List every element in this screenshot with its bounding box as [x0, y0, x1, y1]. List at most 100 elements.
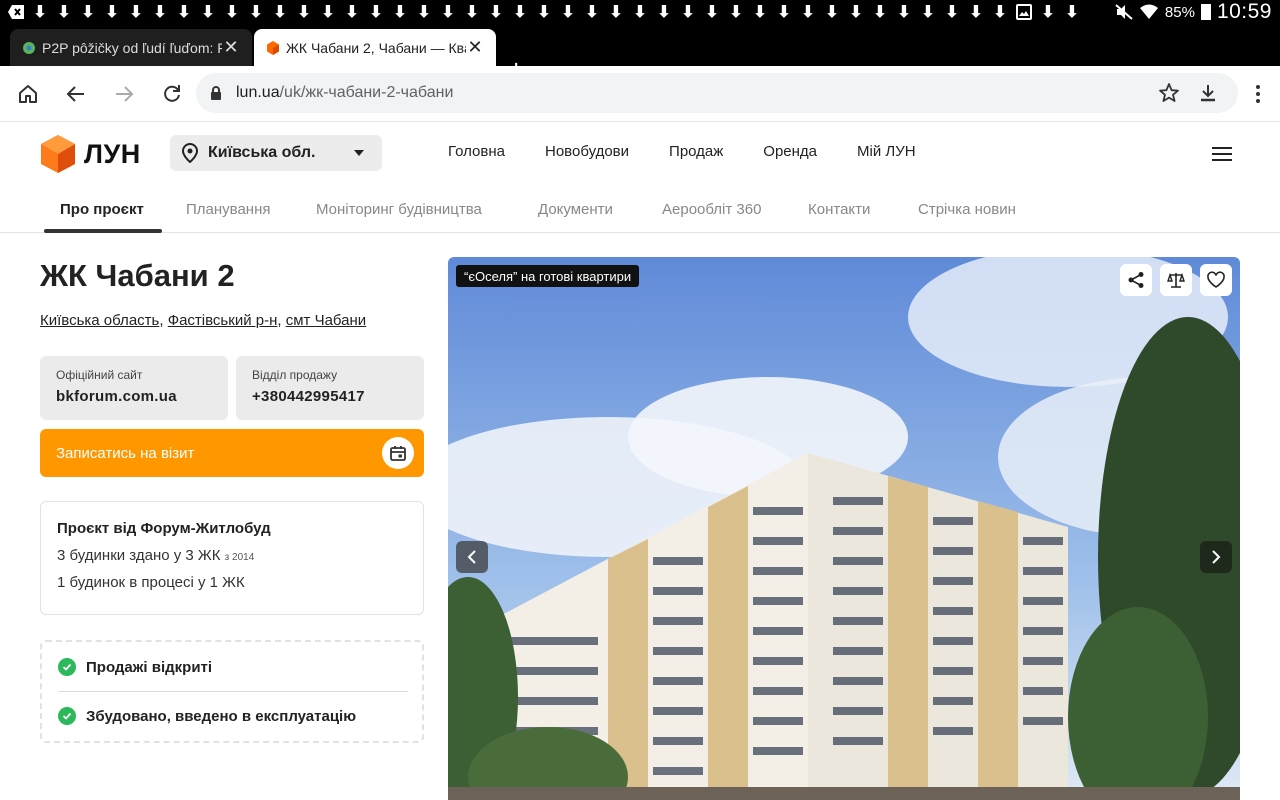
nav-rent[interactable]: Оренда [763, 143, 817, 160]
tab-title: P2P pôžičky od ľudí ľuďom: F [42, 39, 222, 56]
official-site-label: Офіційний сайт [56, 368, 143, 382]
address-district-link[interactable]: Фастівський р-н [168, 312, 278, 329]
book-visit-label: Записатись на візит [56, 444, 195, 462]
back-app-icon [4, 0, 28, 24]
building-render-image [448, 257, 1240, 800]
address-town-link[interactable]: смт Чабани [286, 312, 366, 329]
tab-lun[interactable]: ЖК Чабани 2, Чабани — Ква ✕ [254, 29, 496, 66]
tab-about[interactable]: Про проєкт [60, 201, 144, 218]
download-page-icon[interactable] [1198, 83, 1218, 103]
wifi-icon [1139, 4, 1158, 19]
notification-icons: ⬇ ⬇ ⬇ ⬇ ⬇ ⬇ ⬇ ⬇ ⬇ ⬇ ⬇ ⬇ ⬇ ⬇ ⬇ ⬇ ⬇ ⬇ ⬇ ⬇ … [0, 0, 1084, 24]
tab-aerial-360[interactable]: Аерообліт 360 [662, 201, 761, 218]
back-button[interactable] [60, 78, 92, 110]
promo-badge: “єОселя” на готові квартири [456, 265, 640, 287]
home-button[interactable] [12, 78, 44, 110]
official-site-value[interactable]: bkforum.com.ua [56, 388, 212, 405]
address-region-link[interactable]: Київська область [40, 312, 159, 329]
reload-icon [164, 85, 180, 102]
download-icon: ⬇ [249, 4, 263, 21]
browser-menu-button[interactable] [1242, 78, 1274, 110]
nav-new-buildings[interactable]: Новобудови [545, 143, 629, 160]
url-text[interactable]: lun.ua/uk/жк-чабани-2-чабани [236, 84, 453, 102]
check-circle-icon [58, 707, 76, 725]
page-title: ЖК Чабани 2 [40, 258, 235, 293]
download-icon: ⬇ [129, 4, 143, 21]
project-photo[interactable] [448, 257, 1240, 800]
close-tab-icon[interactable]: ✕ [222, 37, 240, 58]
p2p-favicon-icon [23, 41, 35, 54]
download-icon: ⬇ [1041, 4, 1055, 21]
mute-icon [1115, 4, 1133, 20]
system-status-bar: ⬇ ⬇ ⬇ ⬇ ⬇ ⬇ ⬇ ⬇ ⬇ ⬇ ⬇ ⬇ ⬇ ⬇ ⬇ ⬇ ⬇ ⬇ ⬇ ⬇ … [0, 0, 1280, 24]
share-button[interactable] [1120, 264, 1152, 296]
sales-dept-box[interactable]: Відділ продажу +380442995417 [236, 356, 424, 420]
download-icon: ⬇ [921, 4, 935, 21]
next-photo-button[interactable] [1200, 541, 1232, 573]
developer-heading[interactable]: Проєкт від Форум-Житлобуд [57, 520, 407, 537]
status-label: Збудовано, введено в експлуатацію [86, 707, 357, 725]
address-bar[interactable]: lun.ua/uk/жк-чабани-2-чабани [196, 73, 1238, 113]
url-host: lun.ua [236, 84, 280, 101]
share-icon [1128, 272, 1144, 288]
chevron-down-icon [354, 150, 364, 156]
project-status-card: Продажі відкриті Збудовано, введено в ек… [40, 640, 424, 743]
tab-news-feed[interactable]: Стрічка новин [918, 201, 1016, 218]
prev-photo-button[interactable] [456, 541, 488, 573]
nav-sale[interactable]: Продаж [669, 143, 723, 160]
sales-phone[interactable]: +380442995417 [252, 388, 408, 405]
compare-button[interactable] [1160, 264, 1192, 296]
download-icon: ⬇ [393, 4, 407, 21]
url-path: /uk/жк-чабани-2-чабани [279, 84, 454, 101]
tab-plans[interactable]: Планування [186, 201, 271, 218]
close-tab-icon[interactable]: ✕ [466, 37, 484, 58]
image-icon [1012, 0, 1036, 24]
download-icon: ⬇ [681, 4, 695, 21]
home-icon [19, 85, 37, 103]
nav-my-lun[interactable]: Мій ЛУН [857, 143, 916, 160]
download-icon: ⬇ [969, 4, 983, 21]
download-icon: ⬇ [81, 4, 95, 21]
book-visit-button[interactable]: Записатись на візит [40, 429, 424, 477]
forward-button[interactable] [108, 78, 140, 110]
status-sales-open: Продажі відкриті [58, 658, 212, 676]
tab-title: ЖК Чабани 2, Чабани — Ква [286, 39, 466, 56]
download-icon: ⬇ [945, 4, 959, 21]
scales-icon [1167, 272, 1185, 288]
official-site-box[interactable]: Офіційний сайт bkforum.com.ua [40, 356, 228, 420]
download-icon: ⬇ [369, 4, 383, 21]
favorite-button[interactable] [1200, 264, 1232, 296]
built-count: 3 будинки здано у 3 ЖК [57, 547, 221, 564]
download-icon: ⬇ [1065, 4, 1079, 21]
developer-card: Проєкт від Форум-Житлобуд 3 будинки здан… [40, 501, 424, 615]
download-icon: ⬇ [489, 4, 503, 21]
star-icon[interactable] [1158, 82, 1180, 104]
nav-home[interactable]: Головна [448, 143, 505, 160]
download-icon: ⬇ [993, 4, 1007, 21]
site-header: ЛУН Київська обл. Головна Новобудови Про… [0, 123, 1280, 183]
tab-construction-monitoring[interactable]: Моніторинг будівництва [316, 201, 482, 218]
hamburger-menu-icon[interactable] [1212, 147, 1232, 165]
check-circle-icon [58, 658, 76, 676]
tab-documents[interactable]: Документи [538, 201, 613, 218]
tab-p2p[interactable]: P2P pôžičky od ľudí ľuďom: F ✕ [10, 29, 252, 66]
download-icon: ⬇ [225, 4, 239, 21]
download-icon: ⬇ [177, 4, 191, 21]
sales-dept-label: Відділ продажу [252, 368, 338, 382]
status-built: Збудовано, введено в експлуатацію [58, 707, 356, 725]
download-icon: ⬇ [585, 4, 599, 21]
region-selector[interactable]: Київська обл. [170, 135, 382, 171]
tab-contacts[interactable]: Контакти [808, 201, 870, 218]
lun-logo[interactable]: ЛУН [40, 134, 141, 174]
download-icon: ⬇ [441, 4, 455, 21]
download-icon: ⬇ [897, 4, 911, 21]
reload-button[interactable] [156, 78, 188, 110]
lock-icon [211, 86, 221, 100]
download-icon: ⬇ [153, 4, 167, 21]
divider [58, 691, 408, 692]
tab-strip: P2P pôžičky od ľudí ľuďom: F ✕ ЖК Чабани… [0, 24, 1280, 84]
location-pin-icon [182, 143, 198, 163]
status-indicators: 85% 10:59 [1115, 0, 1272, 24]
clock: 10:59 [1216, 0, 1272, 23]
download-icon: ⬇ [513, 4, 527, 21]
